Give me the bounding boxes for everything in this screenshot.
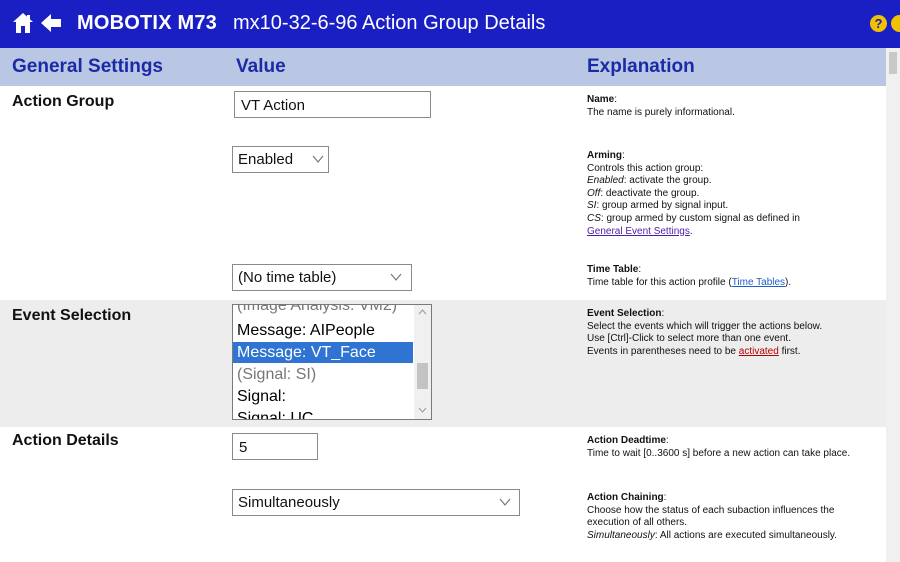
title-bar: MOBOTIX M73 mx10-32-6-96 Action Group De… xyxy=(0,0,900,48)
chaining-expl-line1: Choose how the status of each subaction … xyxy=(587,504,835,529)
arming-off-term: Off xyxy=(587,187,601,199)
action-deadtime-input[interactable]: 5 xyxy=(232,433,318,460)
section-action-details: Action Details xyxy=(12,432,119,449)
name-explanation: Name: The name is purely informational. xyxy=(587,94,735,118)
event-expl-line3b: first. xyxy=(778,345,801,357)
page-title: mx10-32-6-96 Action Group Details xyxy=(233,12,546,34)
chaining-sim-term: Simultaneously xyxy=(587,529,655,541)
name-expl-title: Name xyxy=(587,94,615,105)
action-chaining-select[interactable]: Simultaneously xyxy=(232,489,520,516)
chevron-down-icon xyxy=(499,498,511,506)
arming-enabled-text: : activate the group. xyxy=(623,175,712,187)
timetable-select-value: (No time table) xyxy=(238,269,337,286)
arming-si-text: : group armed by signal input. xyxy=(596,200,729,212)
scroll-down-icon[interactable] xyxy=(418,407,427,413)
brand-label: MOBOTIX M73 xyxy=(77,12,217,34)
event-selection-listbox[interactable]: (Image Analysis: VM2) Message: AIPeople … xyxy=(232,304,432,420)
header-explanation: Explanation xyxy=(587,56,695,77)
arming-cs-term: CS xyxy=(587,212,601,224)
arming-select[interactable]: Enabled xyxy=(232,146,329,173)
event-option[interactable]: (Image Analysis: VM2) xyxy=(233,305,413,316)
info-icon[interactable] xyxy=(891,15,900,32)
help-icon[interactable]: ? xyxy=(870,15,887,32)
arming-select-value: Enabled xyxy=(238,151,294,168)
header-general-settings: General Settings xyxy=(12,56,163,77)
timetable-expl-title: Time Table xyxy=(587,264,639,275)
listbox-scrollbar[interactable] xyxy=(414,305,431,419)
timetable-select[interactable]: (No time table) xyxy=(232,264,412,291)
event-expl-line3a: Events in parentheses need to be xyxy=(587,345,739,357)
arming-enabled-term: Enabled xyxy=(587,175,624,187)
chaining-explanation: Action Chaining: Choose how the status o… xyxy=(587,492,837,541)
arming-cs-text: : group armed by custom signal as define… xyxy=(600,212,800,224)
timetable-explanation: Time Table: Time table for this action p… xyxy=(587,264,792,288)
time-tables-link[interactable]: Time Tables xyxy=(732,277,785,288)
chaining-sim-text: : All actions are executed simultaneousl… xyxy=(654,529,837,541)
action-chaining-select-value: Simultaneously xyxy=(238,494,340,511)
section-event-selection: Event Selection xyxy=(12,307,132,324)
arming-expl-line1: Controls this action group: xyxy=(587,162,704,174)
event-option[interactable]: Signal: xyxy=(233,386,413,407)
deadtime-expl-title: Action Deadtime xyxy=(587,435,666,446)
event-selection-explanation: Event Selection: Select the events which… xyxy=(587,308,823,357)
deadtime-expl-text: Time to wait [0..3600 s] before a new ac… xyxy=(587,447,851,459)
page-scrollbar[interactable] xyxy=(886,48,900,562)
chevron-down-icon xyxy=(312,155,324,163)
arming-explanation: Arming: Controls this action group: Enab… xyxy=(587,150,800,237)
deadtime-explanation: Action Deadtime: Time to wait [0..3600 s… xyxy=(587,435,851,459)
general-event-settings-link[interactable]: General Event Settings xyxy=(587,226,690,237)
name-expl-text: The name is purely informational. xyxy=(587,106,735,118)
event-option[interactable]: (Signal: SI) xyxy=(233,364,413,385)
chaining-expl-title: Action Chaining xyxy=(587,492,664,503)
event-option[interactable]: Message: AIPeople xyxy=(233,320,413,341)
chevron-down-icon xyxy=(390,273,402,281)
listbox-scrollbar-thumb[interactable] xyxy=(417,363,428,389)
page-scrollbar-thumb[interactable] xyxy=(889,52,897,74)
header-value: Value xyxy=(236,56,286,77)
timetable-expl-end: ). xyxy=(785,276,792,288)
timetable-expl-text: Time table for this action profile ( xyxy=(587,276,732,288)
action-group-name-input[interactable]: VT Action xyxy=(234,91,431,118)
event-expl-line1: Select the events which will trigger the… xyxy=(587,320,823,332)
home-icon[interactable] xyxy=(12,11,34,35)
section-action-group: Action Group xyxy=(12,93,115,110)
scroll-up-icon[interactable] xyxy=(418,309,427,315)
event-expl-line2: Use [Ctrl]-Click to select more than one… xyxy=(587,333,791,345)
event-option-selected[interactable]: Message: VT_Face xyxy=(233,342,413,363)
column-header: General Settings Value Explanation xyxy=(0,48,886,86)
event-option[interactable]: Signal: UC xyxy=(233,408,413,419)
arming-off-text: : deactivate the group. xyxy=(600,187,700,199)
event-expl-title: Event Selection xyxy=(587,308,662,319)
activated-link[interactable]: activated xyxy=(739,346,779,357)
back-arrow-icon[interactable] xyxy=(40,13,62,33)
arming-expl-end: . xyxy=(689,225,693,237)
arming-expl-title: Arming xyxy=(587,150,622,161)
